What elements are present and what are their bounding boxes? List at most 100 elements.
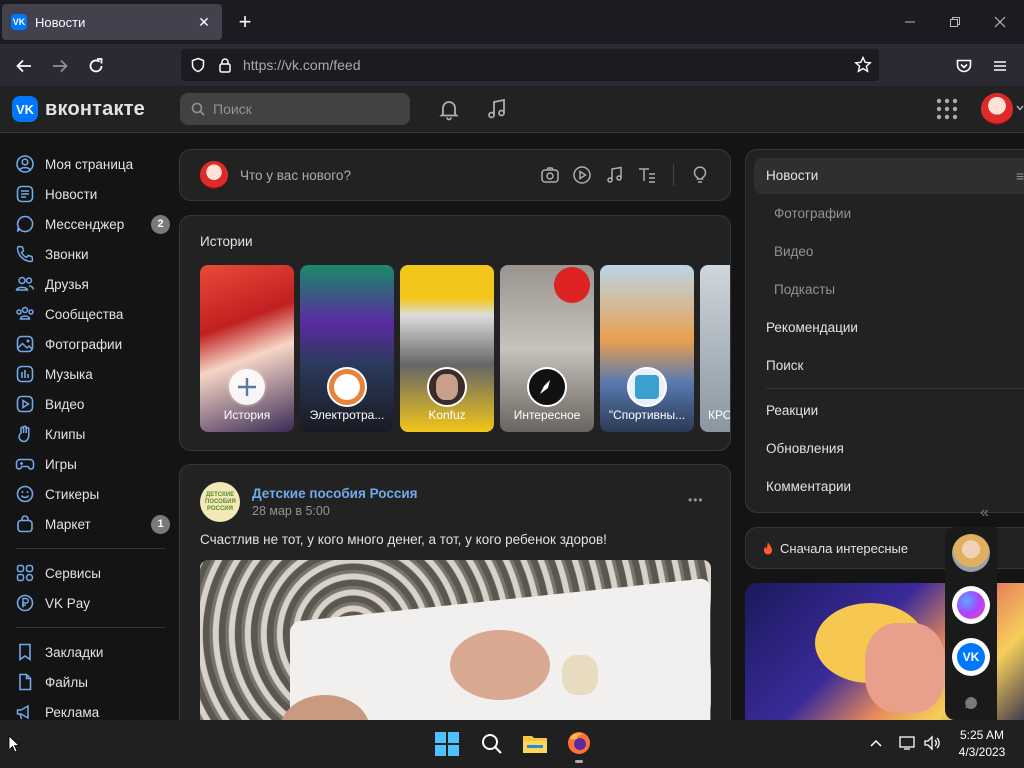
video-play-icon[interactable] — [572, 165, 592, 185]
settings-icon[interactable]: ≡ — [1016, 168, 1024, 184]
new-tab-button[interactable]: + — [232, 10, 258, 36]
sidebar-item-vkpay[interactable]: VK Pay — [14, 588, 170, 618]
bookmark-icon — [14, 641, 36, 663]
lock-icon[interactable] — [217, 57, 233, 73]
browser-nav-bar: https://vk.com/feed — [0, 44, 1024, 86]
sidebar-item-news[interactable]: Новости — [14, 179, 170, 209]
url-text[interactable]: https://vk.com/feed — [243, 57, 361, 73]
video-icon — [14, 393, 36, 415]
sidebar-item-communities[interactable]: Сообщества — [14, 299, 170, 329]
browser-tab[interactable]: VK Новости ✕ — [2, 4, 222, 40]
volume-icon[interactable] — [923, 735, 941, 751]
phone-icon — [14, 243, 36, 265]
tab-title: Новости — [35, 14, 86, 30]
post-author-link[interactable]: Детские пособия Россия — [252, 486, 418, 501]
forward-arrow-icon[interactable] — [46, 52, 74, 80]
composer-placeholder: Что у вас нового? — [240, 168, 351, 183]
menu-item-updates[interactable]: Обновления — [766, 441, 844, 456]
story-card[interactable]: Электротра... — [300, 265, 394, 432]
menu-item-recommendations[interactable]: Рекомендации — [766, 320, 858, 335]
firefox-icon[interactable] — [566, 730, 592, 756]
sidebar-item-calls[interactable]: Звонки — [14, 239, 170, 269]
communities-icon — [14, 303, 36, 325]
music-attach-icon[interactable] — [605, 165, 625, 185]
minimize-icon[interactable] — [888, 8, 932, 36]
apps-grid-icon[interactable] — [936, 98, 958, 120]
menu-item-photos[interactable]: Фотографии — [774, 206, 851, 221]
sidebar-item-my-page[interactable]: Моя страница — [14, 149, 170, 179]
sidebar-item-video[interactable]: Видео — [14, 389, 170, 419]
network-icon[interactable] — [899, 735, 917, 751]
fire-icon — [760, 541, 776, 557]
post-card: ДЕТСКИЕ ПОСОБИЯ РОССИЯ Детские пособия Р… — [179, 464, 731, 744]
sidebar-item-label: Музыка — [45, 366, 93, 382]
sidebar-item-files[interactable]: Файлы — [14, 667, 170, 697]
menu-item-reactions[interactable]: Реакции — [766, 403, 818, 418]
post-date[interactable]: 28 мар в 5:00 — [252, 504, 330, 518]
menu-item-video[interactable]: Видео — [774, 244, 813, 259]
sidebar-item-friends[interactable]: Друзья — [14, 269, 170, 299]
sidebar-item-label: Видео — [45, 396, 85, 412]
clock-time[interactable]: 5:25 AM — [950, 728, 1014, 742]
sidebar-item-photos[interactable]: Фотографии — [14, 329, 170, 359]
sidebar-item-market[interactable]: Маркет 1 — [14, 509, 170, 539]
sidebar-item-label: Друзья — [45, 276, 89, 292]
sidebar-item-services[interactable]: Сервисы — [14, 558, 170, 588]
story-card[interactable]: Интересное — [500, 265, 594, 432]
pocket-icon[interactable] — [950, 52, 978, 80]
reload-icon[interactable] — [82, 52, 110, 80]
collapse-chevrons-icon[interactable]: « — [980, 504, 989, 522]
story-card[interactable]: История — [200, 265, 294, 432]
post-photo[interactable] — [200, 560, 711, 743]
vk-messenger-icon[interactable]: VK — [952, 638, 990, 676]
sidebar-item-label: Клипы — [45, 426, 86, 442]
taskbar-search-icon[interactable] — [480, 732, 504, 756]
close-tab-icon[interactable]: ✕ — [192, 10, 216, 34]
vk-logo[interactable]: VK вконтакте — [12, 96, 145, 122]
sidebar-item-clips[interactable]: Клипы — [14, 419, 170, 449]
profile-avatar[interactable] — [981, 93, 1013, 125]
friends-icon — [14, 273, 36, 295]
close-window-icon[interactable] — [978, 8, 1022, 36]
vkpay-icon — [14, 592, 36, 614]
windows-start-icon[interactable] — [435, 732, 459, 756]
camera-icon[interactable] — [540, 165, 560, 185]
menu-item-podcasts[interactable]: Подкасты — [774, 282, 835, 297]
sidebar-item-bookmarks[interactable]: Закладки — [14, 637, 170, 667]
menu-item-search[interactable]: Поиск — [766, 358, 803, 373]
chat-contact-avatar[interactable] — [952, 534, 990, 572]
sidebar-item-music[interactable]: Музыка — [14, 359, 170, 389]
sidebar-item-games[interactable]: Игры — [14, 449, 170, 479]
notifications-bell-icon[interactable] — [437, 97, 461, 121]
marusia-assistant-icon[interactable] — [952, 586, 990, 624]
lightbulb-icon[interactable] — [690, 165, 710, 185]
bookmark-star-icon[interactable] — [854, 56, 872, 74]
sidebar-item-label: Стикеры — [45, 486, 100, 502]
back-arrow-icon[interactable] — [10, 52, 38, 80]
tray-chevron-up-icon[interactable] — [869, 736, 883, 750]
menu-item-news[interactable]: Новости — [766, 168, 818, 183]
restore-icon[interactable] — [933, 8, 977, 36]
post-author-avatar[interactable]: ДЕТСКИЕ ПОСОБИЯ РОССИЯ — [200, 482, 240, 522]
story-card[interactable]: Konfuz — [400, 265, 494, 432]
chat-bubble-icon[interactable] — [963, 695, 979, 711]
hamburger-menu-icon[interactable] — [986, 52, 1014, 80]
story-card[interactable]: "Спортивны... — [600, 265, 694, 432]
sidebar-item-label: Игры — [45, 456, 77, 472]
sidebar-item-messenger[interactable]: Мессенджер 2 — [14, 209, 170, 239]
address-bar[interactable]: https://vk.com/feed — [181, 49, 879, 81]
logo-text: вконтакте — [45, 97, 145, 120]
post-more-icon[interactable]: ••• — [688, 493, 704, 507]
story-card[interactable]: КРО — [700, 265, 730, 432]
sidebar-item-stickers[interactable]: Стикеры — [14, 479, 170, 509]
music-note-icon[interactable] — [485, 97, 509, 121]
search-input[interactable]: Поиск — [180, 93, 410, 125]
menu-item-comments[interactable]: Комментарии — [766, 479, 851, 494]
file-icon — [14, 671, 36, 693]
clock-date[interactable]: 4/3/2023 — [950, 745, 1014, 759]
shield-icon[interactable] — [190, 57, 206, 73]
chevron-down-icon[interactable] — [1016, 104, 1024, 112]
file-explorer-icon[interactable] — [522, 732, 548, 756]
article-icon[interactable] — [637, 165, 657, 185]
post-composer[interactable]: Что у вас нового? — [179, 149, 731, 201]
